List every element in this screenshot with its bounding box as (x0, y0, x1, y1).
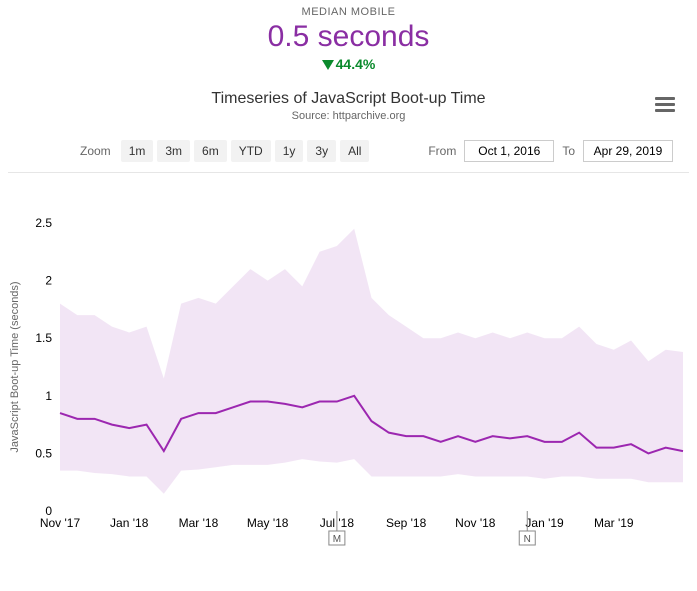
svg-text:Jan '19: Jan '19 (525, 516, 564, 530)
chart-header: Timeseries of JavaScript Boot-up Time So… (0, 90, 697, 122)
zoom-group: Zoom 1m 3m 6m YTD 1y 3y All (80, 140, 369, 162)
metric-value: 0.5 seconds (0, 20, 697, 54)
chart-menu-button[interactable] (653, 94, 677, 116)
svg-text:JavaScript Boot-up Time (secon: JavaScript Boot-up Time (seconds) (9, 281, 21, 452)
svg-text:Nov '18: Nov '18 (455, 516, 496, 530)
trend-down-icon (322, 60, 334, 70)
to-label: To (562, 144, 575, 158)
zoom-1m[interactable]: 1m (121, 140, 154, 162)
svg-text:Jan '18: Jan '18 (110, 516, 149, 530)
chart-title: Timeseries of JavaScript Boot-up Time (0, 90, 697, 108)
zoom-6m[interactable]: 6m (194, 140, 227, 162)
svg-text:M: M (333, 534, 341, 545)
svg-text:Mar '18: Mar '18 (179, 516, 219, 530)
svg-text:2.5: 2.5 (35, 216, 52, 230)
summary-header: MEDIAN MOBILE 0.5 seconds 44.4% (0, 0, 697, 72)
from-input[interactable] (464, 140, 554, 162)
zoom-ytd[interactable]: YTD (231, 140, 271, 162)
metric-label: MEDIAN MOBILE (0, 6, 697, 18)
svg-text:Nov '17: Nov '17 (40, 516, 81, 530)
zoom-label: Zoom (80, 144, 111, 158)
svg-text:N: N (524, 534, 531, 545)
svg-text:May '18: May '18 (247, 516, 289, 530)
zoom-all[interactable]: All (340, 140, 369, 162)
zoom-3y[interactable]: 3y (307, 140, 336, 162)
svg-text:Mar '19: Mar '19 (594, 516, 634, 530)
timeseries-plot[interactable]: 00.511.522.5JavaScript Boot-up Time (sec… (0, 213, 697, 573)
svg-text:0.5: 0.5 (35, 446, 52, 460)
from-label: From (428, 144, 456, 158)
chart-subtitle: Source: httparchive.org (0, 110, 697, 122)
zoom-1y[interactable]: 1y (275, 140, 304, 162)
to-input[interactable] (583, 140, 673, 162)
zoom-3m[interactable]: 3m (157, 140, 190, 162)
range-controls: Zoom 1m 3m 6m YTD 1y 3y All From To (8, 122, 689, 173)
metric-change: 44.4% (0, 56, 697, 72)
date-group: From To (428, 140, 673, 162)
svg-text:2: 2 (45, 274, 52, 288)
chart-area: 00.511.522.5JavaScript Boot-up Time (sec… (0, 213, 697, 573)
svg-text:Sep '18: Sep '18 (386, 516, 427, 530)
svg-text:1: 1 (45, 389, 52, 403)
svg-text:1.5: 1.5 (35, 331, 52, 345)
